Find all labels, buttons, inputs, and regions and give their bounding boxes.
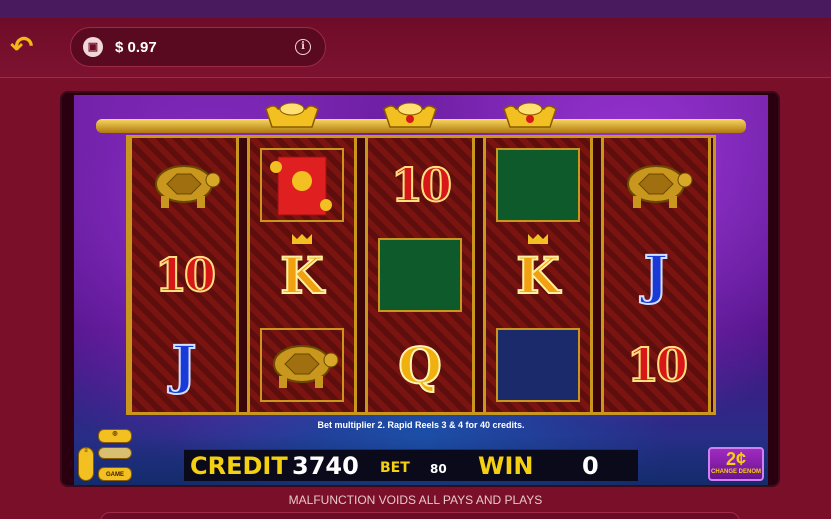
autocollect-button[interactable] <box>98 447 132 459</box>
symbol-lion <box>490 142 586 228</box>
symbol-10: 10 <box>390 157 453 213</box>
reel-5: J 10 <box>601 138 711 412</box>
reel-3: 10 Q <box>365 138 475 412</box>
gold-ingot-icon <box>383 102 437 128</box>
reel-2: K <box>247 138 357 412</box>
credit-value: 3740 <box>292 452 359 480</box>
turtle-icon <box>155 165 221 208</box>
symbol-j: J <box>643 244 670 307</box>
symbol-turtle <box>136 142 232 228</box>
bet-note: Bet multiplier 2. Rapid Reels 3 & 4 for … <box>317 420 525 430</box>
symbol-coins <box>254 142 350 228</box>
gold-ingot-icon <box>265 102 319 128</box>
symbol-k: K <box>490 232 586 318</box>
symbol-q: Q <box>397 335 443 396</box>
symbol-k: K <box>254 232 350 318</box>
symbol-turtle <box>608 142 704 228</box>
balance-value: $ 0.97 <box>115 39 157 56</box>
header-bar: ↶ ▣ $ 0.97 i <box>0 18 831 78</box>
crown-icon <box>528 234 548 244</box>
denom-label: CHANGE DENOM <box>710 469 761 475</box>
wallet-icon: ▣ <box>83 37 103 57</box>
crown-icon <box>292 234 312 244</box>
symbol-j: J <box>171 334 198 397</box>
denom-value: 2¢ <box>725 449 747 469</box>
bottom-bar[interactable] <box>100 512 740 519</box>
reel-4: K <box>483 138 593 412</box>
malfunction-notice: MALFUNCTION VOIDS ALL PAYS AND PLAYS <box>288 493 543 507</box>
bet-label: BET <box>380 460 410 476</box>
slot-game-screen[interactable]: 10 J K 10 Q K J 10 Bet multiplier 2. Rap… <box>74 95 768 485</box>
symbol-turtle <box>254 322 350 408</box>
gold-ingot-icon <box>503 102 557 128</box>
volume-button[interactable]: ≡ <box>78 447 94 481</box>
symbol-lion <box>372 232 468 318</box>
change-denom-button[interactable]: 2¢ CHANGE DENOM <box>708 447 764 481</box>
bet-value: 80 <box>430 462 447 476</box>
credit-label: CREDIT <box>190 452 288 480</box>
wallet-balance-pill[interactable]: ▣ $ 0.97 i <box>70 27 326 67</box>
turtle-icon <box>627 165 693 208</box>
reel-1: 10 J <box>129 138 239 412</box>
top-strip <box>0 0 831 18</box>
reel-area: 10 J K 10 Q K J 10 <box>126 135 716 415</box>
symbol-fish <box>490 322 586 408</box>
win-value: 0 <box>582 452 599 480</box>
game-rules-button[interactable]: GAME RULES <box>98 467 132 481</box>
credit-bar: CREDIT 3740 BET 80 WIN 0 <box>184 449 638 481</box>
symbol-10: 10 <box>154 247 217 303</box>
back-arrow-icon[interactable]: ↶ <box>10 32 42 62</box>
win-label: WIN <box>478 452 534 480</box>
symbol-10: 10 <box>626 337 689 393</box>
autoplay-button[interactable]: ◎ <box>98 429 132 443</box>
info-icon[interactable]: i <box>295 39 311 55</box>
